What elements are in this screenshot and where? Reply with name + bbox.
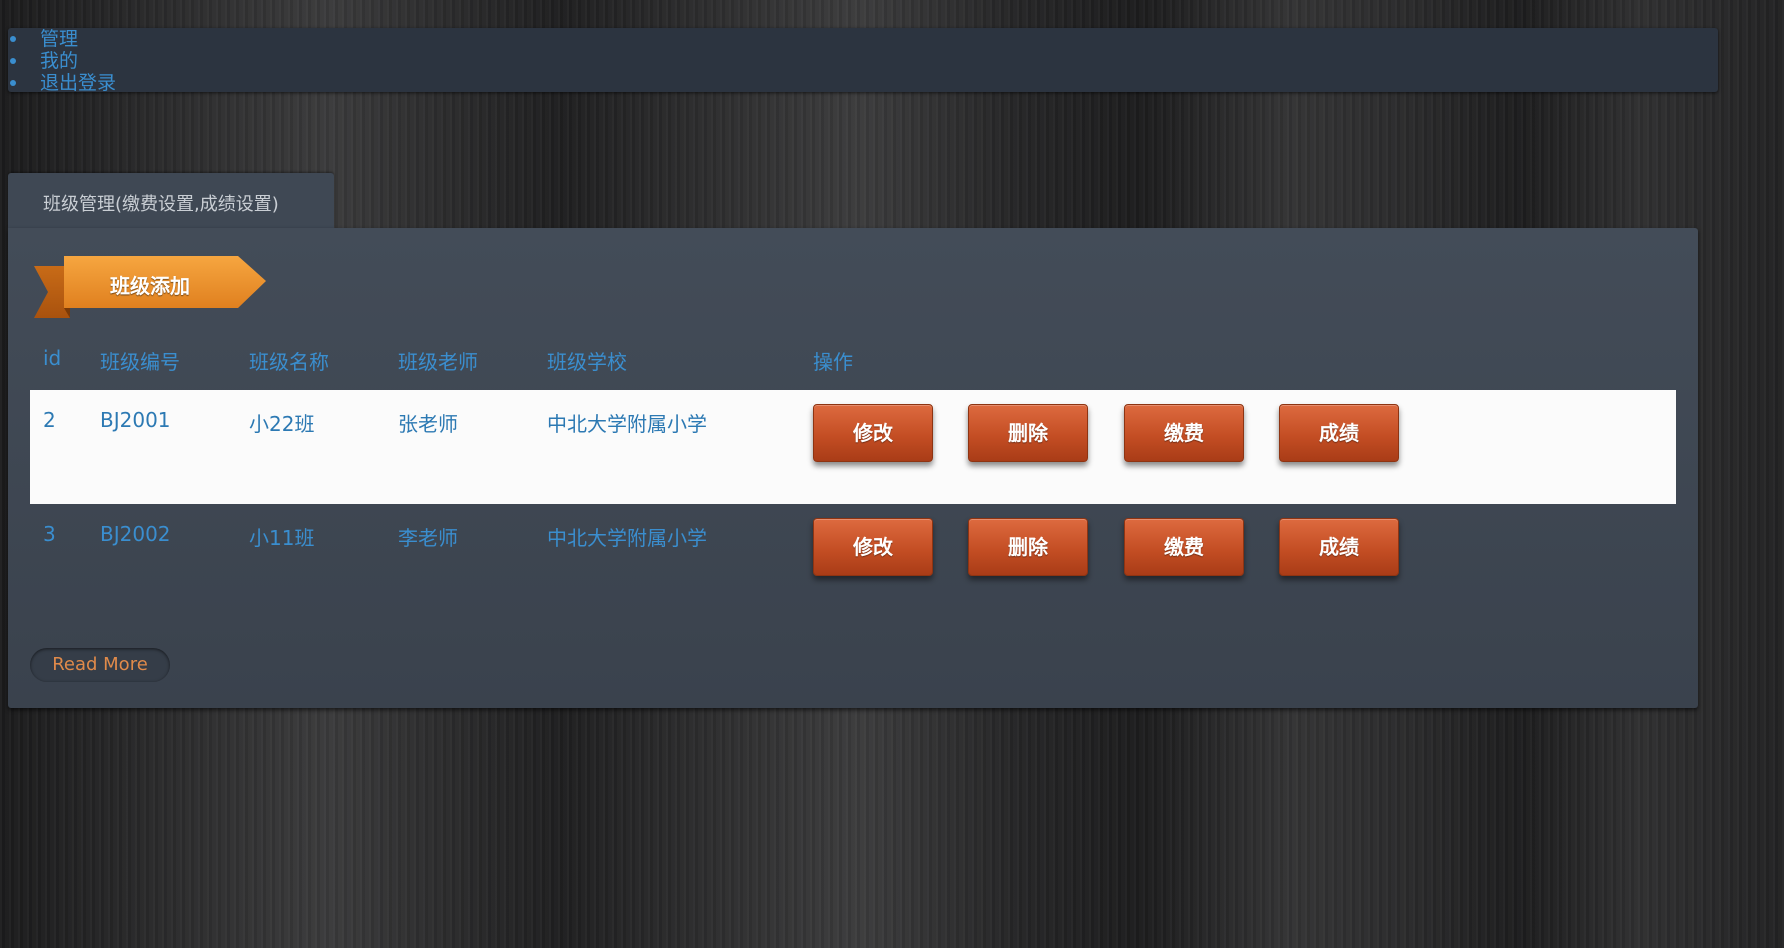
nav-link-manage[interactable]: 管理 — [40, 28, 78, 50]
read-more-button[interactable]: Read More — [30, 648, 170, 682]
tab-class-management[interactable]: 班级管理(缴费设置,成绩设置) — [8, 173, 334, 229]
column-header-teacher: 班级老师 — [398, 350, 478, 374]
cell-code: BJ2001 — [100, 408, 171, 432]
cell-school: 中北大学附属小学 — [547, 412, 707, 436]
column-header-school: 班级学校 — [547, 350, 627, 374]
nav-item-logout: 退出登录 — [8, 72, 116, 94]
nav-item-mine: 我的 — [8, 50, 116, 72]
nav-item-manage: 管理 — [8, 28, 116, 50]
score-button[interactable]: 成绩 — [1279, 404, 1399, 462]
bullet-icon — [10, 36, 16, 42]
top-navigation: 管理 我的 退出登录 — [8, 28, 1718, 94]
bullet-icon — [10, 58, 16, 64]
table-row: 3 BJ2002 小11班 李老师 中北大学附属小学 修改 删除 缴费 成绩 — [30, 504, 1676, 618]
edit-button[interactable]: 修改 — [813, 518, 933, 576]
add-class-ribbon-button[interactable]: 班级添加 — [34, 256, 266, 326]
bullet-icon — [10, 80, 16, 86]
nav-link-mine[interactable]: 我的 — [40, 50, 78, 72]
nav-link-logout[interactable]: 退出登录 — [40, 72, 116, 94]
cell-code: BJ2002 — [100, 522, 171, 546]
delete-button[interactable]: 删除 — [968, 404, 1088, 462]
column-header-id: id — [43, 346, 62, 370]
edit-button[interactable]: 修改 — [813, 404, 933, 462]
table-row: 2 BJ2001 小22班 张老师 中北大学附属小学 修改 删除 缴费 成绩 — [30, 390, 1676, 504]
cell-teacher: 李老师 — [398, 526, 458, 550]
delete-button[interactable]: 删除 — [968, 518, 1088, 576]
tab-label: 班级管理(缴费设置,成绩设置) — [43, 194, 279, 215]
cell-teacher: 张老师 — [398, 412, 458, 436]
nav-list: 管理 我的 退出登录 — [8, 28, 116, 94]
column-header-actions: 操作 — [813, 350, 853, 374]
cell-name: 小22班 — [249, 412, 315, 436]
cell-id: 2 — [43, 408, 56, 432]
cell-name: 小11班 — [249, 526, 315, 550]
cell-id: 3 — [43, 522, 56, 546]
column-header-code: 班级编号 — [100, 350, 180, 374]
fee-button[interactable]: 缴费 — [1124, 518, 1244, 576]
class-management-panel: 班级添加 id 班级编号 班级名称 班级老师 班级学校 操作 2 BJ2001 … — [8, 228, 1698, 708]
score-button[interactable]: 成绩 — [1279, 518, 1399, 576]
cell-school: 中北大学附属小学 — [547, 526, 707, 550]
fee-button[interactable]: 缴费 — [1124, 404, 1244, 462]
add-class-label: 班级添加 — [110, 274, 190, 298]
column-header-name: 班级名称 — [249, 350, 329, 374]
